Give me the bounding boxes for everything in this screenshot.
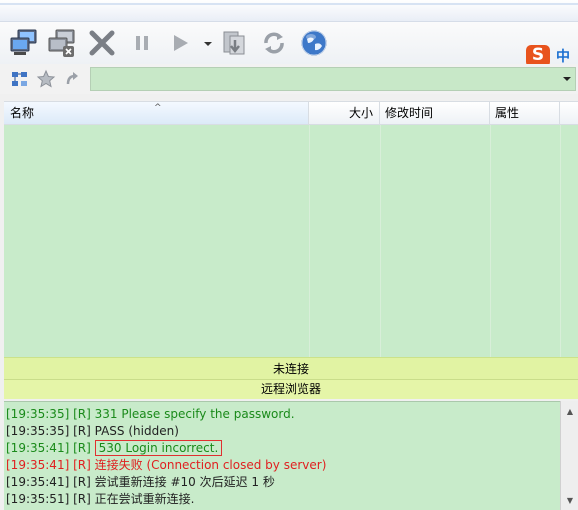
column-header-size[interactable]: 大小: [309, 102, 380, 124]
column-divider: [560, 125, 561, 357]
window-top-strip: [0, 0, 578, 22]
log-line: [19:35:51] [R] 正在尝试重新连接.: [6, 491, 194, 508]
log-tag: [R]: [73, 475, 91, 489]
column-divider: [309, 125, 310, 357]
column-divider: [490, 125, 491, 357]
log-time: [19:35:35]: [6, 424, 70, 438]
remote-file-list[interactable]: [4, 125, 578, 357]
log-message: 连接失败 (Connection closed by server): [94, 458, 327, 472]
log-line: [19:35:35] [R] 331 Please specify the pa…: [6, 406, 295, 423]
column-divider: [380, 125, 381, 357]
favorites-star-icon[interactable]: [36, 69, 56, 89]
log-time: [19:35:35]: [6, 407, 70, 421]
log-tag: [R]: [73, 492, 91, 506]
log-message: 尝试重新连接 #10 次后延迟 1 秒: [94, 475, 275, 489]
log-time: [19:35:51]: [6, 492, 70, 506]
queue-icon[interactable]: [220, 27, 252, 59]
chevron-down-icon[interactable]: [560, 69, 574, 89]
log-tag: [R]: [73, 407, 91, 421]
column-header-name-label: 名称: [10, 106, 35, 120]
play-dropdown-icon[interactable]: [203, 38, 213, 48]
scroll-up-icon[interactable]: ▲: [562, 403, 578, 419]
globe-icon[interactable]: [298, 27, 330, 59]
log-message: 正在尝试重新连接.: [94, 492, 195, 506]
log-line: [19:35:41] [R] 530 Login incorrect.: [6, 440, 223, 457]
log-time: [19:35:41]: [6, 475, 70, 489]
log-tag: [R]: [73, 441, 91, 455]
toolbar: [0, 22, 578, 64]
pause-icon[interactable]: [126, 27, 158, 59]
log-tag: [R]: [73, 424, 91, 438]
log-panel[interactable]: [19:35:35] [R] 331 Please specify the pa…: [4, 401, 560, 510]
tree-view-icon[interactable]: [10, 69, 30, 89]
column-header-name[interactable]: ^ 名称: [4, 102, 309, 124]
log-line: [19:35:41] [R] 尝试重新连接 #10 次后延迟 1 秒: [6, 474, 275, 491]
connect-icon[interactable]: [8, 27, 40, 59]
connection-status: 未连接: [4, 357, 578, 379]
panel-title[interactable]: 远程浏览器: [4, 379, 578, 399]
disconnect-icon[interactable]: [46, 27, 78, 59]
log-message: 331 Please specify the password.: [94, 407, 295, 421]
log-time: [19:35:41]: [6, 441, 70, 455]
refresh-icon[interactable]: [258, 27, 290, 59]
ime-mode-label: 中: [556, 49, 570, 65]
log-tag: [R]: [73, 458, 91, 472]
sort-ascending-icon: ^: [154, 103, 162, 113]
address-input[interactable]: [90, 67, 576, 91]
play-icon[interactable]: [164, 27, 196, 59]
column-header-modified[interactable]: 修改时间: [380, 102, 490, 124]
log-line: [19:35:35] [R] PASS (hidden): [6, 423, 179, 440]
log-message-highlighted: 530 Login incorrect.: [94, 440, 223, 456]
column-header-attributes[interactable]: 属性: [490, 102, 560, 124]
parent-folder-icon[interactable]: [62, 69, 82, 89]
scroll-down-icon[interactable]: ▼: [562, 492, 578, 508]
file-list-header: ^ 名称 大小 修改时间 属性: [4, 101, 578, 125]
log-scrollbar[interactable]: ▲ ▼: [560, 401, 578, 510]
log-line: [19:35:41] [R] 连接失败 (Connection closed b…: [6, 457, 326, 474]
stop-icon[interactable]: [86, 27, 118, 59]
log-message: PASS (hidden): [94, 424, 179, 438]
log-time: [19:35:41]: [6, 458, 70, 472]
